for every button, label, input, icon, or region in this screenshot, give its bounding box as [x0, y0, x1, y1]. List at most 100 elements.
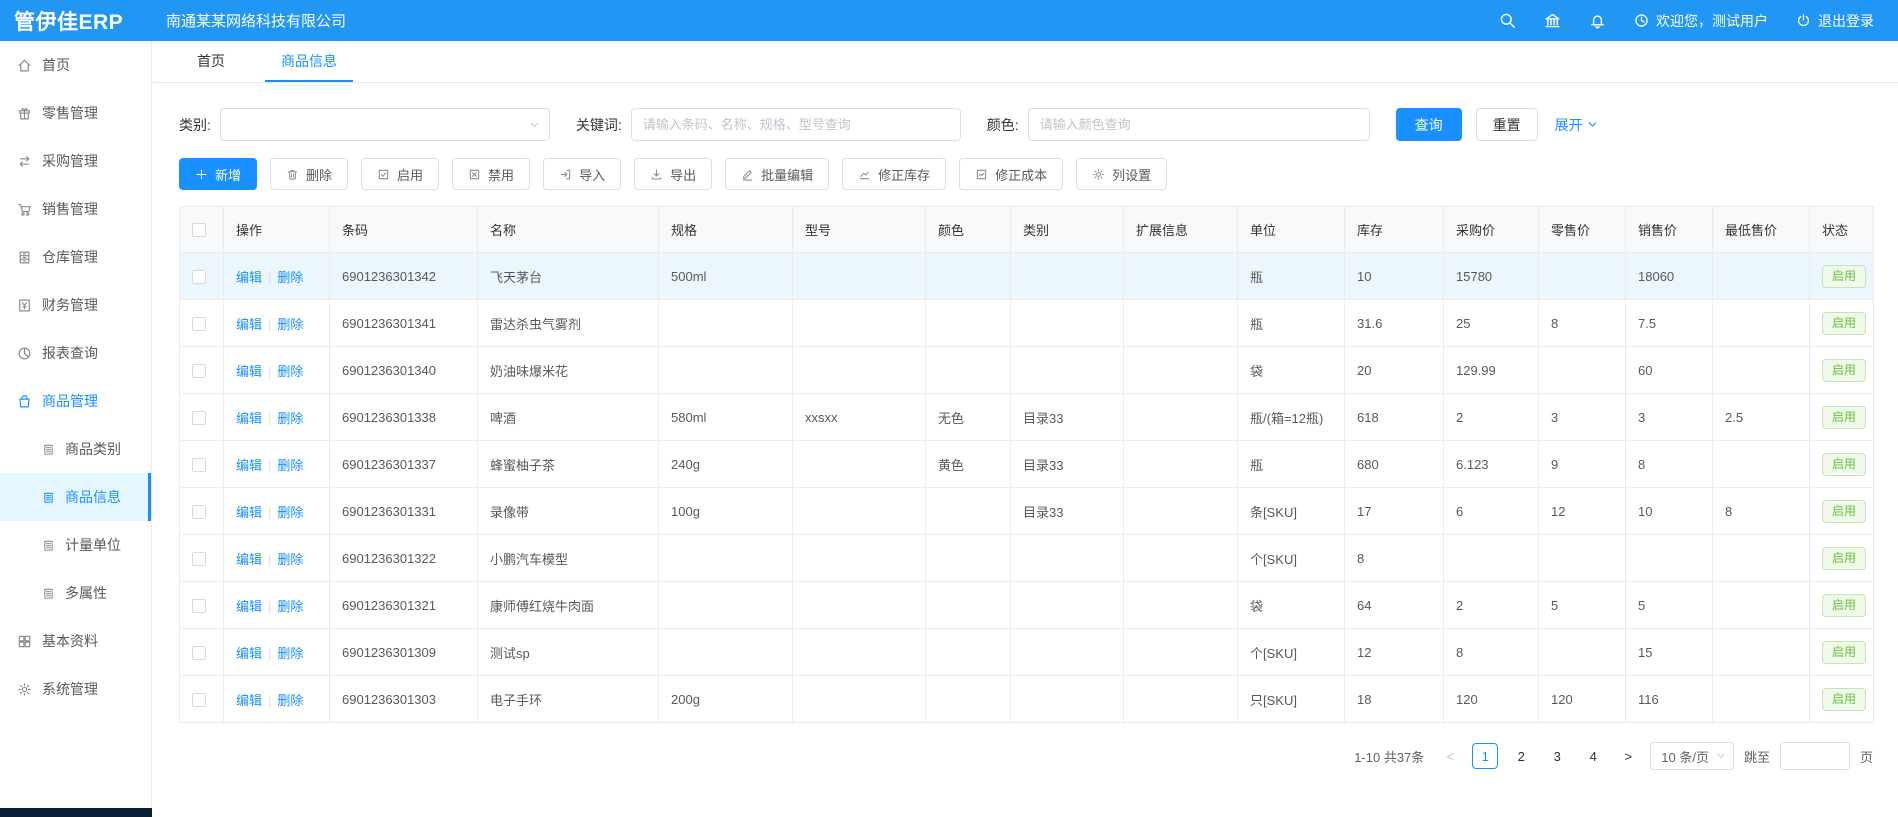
row-actions: 编辑|删除	[224, 394, 330, 441]
cell-purchase-price	[1444, 535, 1539, 582]
fix-stock-button[interactable]: 修正库存	[842, 158, 946, 190]
row-actions: 编辑|删除	[224, 347, 330, 394]
column-set-button[interactable]: 列设置	[1076, 158, 1167, 190]
sidebar-item-warehouse[interactable]: 仓库管理	[0, 233, 151, 281]
edit-link[interactable]: 编辑	[236, 317, 262, 332]
sidebar-item-purchase[interactable]: 采购管理	[0, 137, 151, 185]
page-button-1[interactable]: 1	[1472, 743, 1498, 769]
edit-link[interactable]: 编辑	[236, 270, 262, 285]
row-checkbox[interactable]	[192, 411, 206, 425]
cell-retail-price: 8	[1539, 300, 1626, 347]
cell-spec: 240g	[659, 441, 793, 488]
cell-name: 录像带	[478, 488, 659, 535]
sidebar-item-goods[interactable]: 商品管理	[0, 377, 151, 425]
row-checkbox[interactable]	[192, 693, 206, 707]
import-button[interactable]: 导入	[543, 158, 621, 190]
select-all-checkbox[interactable]	[192, 223, 206, 237]
fix-cost-button[interactable]: 修正成本	[959, 158, 1063, 190]
edit-link[interactable]: 编辑	[236, 505, 262, 520]
delete-link[interactable]: 删除	[277, 317, 303, 332]
row-checkbox[interactable]	[192, 458, 206, 472]
disable-button[interactable]: 禁用	[452, 158, 530, 190]
delete-link[interactable]: 删除	[277, 270, 303, 285]
color-input[interactable]	[1028, 108, 1370, 141]
sidebar-item-goods-category[interactable]: 商品类别	[0, 425, 151, 473]
cell-status: 启用	[1810, 676, 1874, 723]
cell-spec	[659, 629, 793, 676]
search-button[interactable]: 查询	[1396, 108, 1462, 141]
delete-link[interactable]: 删除	[277, 693, 303, 708]
keyword-input[interactable]	[631, 108, 961, 141]
user-clock-icon	[1634, 13, 1649, 28]
row-checkbox[interactable]	[192, 599, 206, 613]
edit-link[interactable]: 编辑	[236, 458, 262, 473]
delete-link[interactable]: 删除	[277, 505, 303, 520]
cell-color	[926, 676, 1011, 723]
delete-link[interactable]: 删除	[277, 552, 303, 567]
category-select[interactable]	[220, 108, 550, 141]
sidebar-item-home[interactable]: 首页	[0, 41, 151, 89]
page-button-4[interactable]: 4	[1580, 743, 1606, 769]
row-checkbox[interactable]	[192, 505, 206, 519]
cell-purchase-price: 6.123	[1444, 441, 1539, 488]
export-button[interactable]: 导出	[634, 158, 712, 190]
batch-edit-button[interactable]: 批量编辑	[725, 158, 829, 190]
edit-link[interactable]: 编辑	[236, 646, 262, 661]
page-button-3[interactable]: 3	[1544, 743, 1570, 769]
row-checkbox[interactable]	[192, 317, 206, 331]
sidebar-item-label: 采购管理	[42, 151, 98, 171]
logout-button[interactable]: 退出登录	[1796, 11, 1874, 31]
category-label: 类别:	[179, 115, 211, 135]
sidebar-item-goods-info[interactable]: 商品信息	[0, 473, 151, 521]
sidebar-item-retail[interactable]: 零售管理	[0, 89, 151, 137]
expand-link[interactable]: 展开	[1555, 115, 1598, 135]
jump-page-input[interactable]	[1780, 742, 1850, 770]
page-button-2[interactable]: 2	[1508, 743, 1534, 769]
cell-name: 康师傅红烧牛肉面	[478, 582, 659, 629]
sidebar-collapse-bar[interactable]	[0, 808, 152, 817]
delete-link[interactable]: 删除	[277, 646, 303, 661]
edit-link[interactable]: 编辑	[236, 364, 262, 379]
tab-home[interactable]: 首页	[181, 41, 241, 82]
cell-min-price	[1713, 253, 1810, 300]
next-page-button[interactable]: >	[1616, 749, 1640, 764]
sidebar-item-label: 销售管理	[42, 199, 98, 219]
edit-link[interactable]: 编辑	[236, 693, 262, 708]
edit-link[interactable]: 编辑	[236, 411, 262, 426]
cell-sale-price	[1626, 535, 1713, 582]
sidebar-item-finance[interactable]: 财务管理	[0, 281, 151, 329]
row-checkbox[interactable]	[192, 364, 206, 378]
page-size-value: 10 条/页	[1661, 747, 1709, 766]
cell-model	[793, 441, 926, 488]
organization-icon[interactable]	[1544, 12, 1561, 29]
edit-link[interactable]: 编辑	[236, 599, 262, 614]
sidebar-item-report[interactable]: 报表查询	[0, 329, 151, 377]
delete-link[interactable]: 删除	[277, 411, 303, 426]
sidebar-item-measure-unit[interactable]: 计量单位	[0, 521, 151, 569]
row-checkbox[interactable]	[192, 646, 206, 660]
delete-button[interactable]: 删除	[270, 158, 348, 190]
welcome-user[interactable]: 欢迎您，测试用户	[1634, 11, 1768, 31]
jump-label: 跳至	[1744, 747, 1770, 766]
page-size-select[interactable]: 10 条/页	[1650, 742, 1734, 770]
sidebar-item-basic-data[interactable]: 基本资料	[0, 617, 151, 665]
enable-button[interactable]: 启用	[361, 158, 439, 190]
delete-link[interactable]: 删除	[277, 599, 303, 614]
tab-product-info[interactable]: 商品信息	[265, 41, 353, 82]
search-icon[interactable]	[1499, 12, 1516, 29]
cell-unit: 个[SKU]	[1238, 629, 1345, 676]
add-button[interactable]: 新增	[179, 158, 257, 190]
sidebar-item-sales[interactable]: 销售管理	[0, 185, 151, 233]
reset-button[interactable]: 重置	[1476, 108, 1538, 141]
row-checkbox[interactable]	[192, 552, 206, 566]
delete-link[interactable]: 删除	[277, 364, 303, 379]
sidebar-item-multi-attribute[interactable]: 多属性	[0, 569, 151, 617]
cell-min-price	[1713, 629, 1810, 676]
delete-link[interactable]: 删除	[277, 458, 303, 473]
edit-link[interactable]: 编辑	[236, 552, 262, 567]
sidebar-item-system[interactable]: 系统管理	[0, 665, 151, 713]
prev-page-button[interactable]: <	[1438, 749, 1462, 764]
bell-icon[interactable]	[1589, 12, 1606, 29]
row-checkbox[interactable]	[192, 270, 206, 284]
row-actions: 编辑|删除	[224, 253, 330, 300]
